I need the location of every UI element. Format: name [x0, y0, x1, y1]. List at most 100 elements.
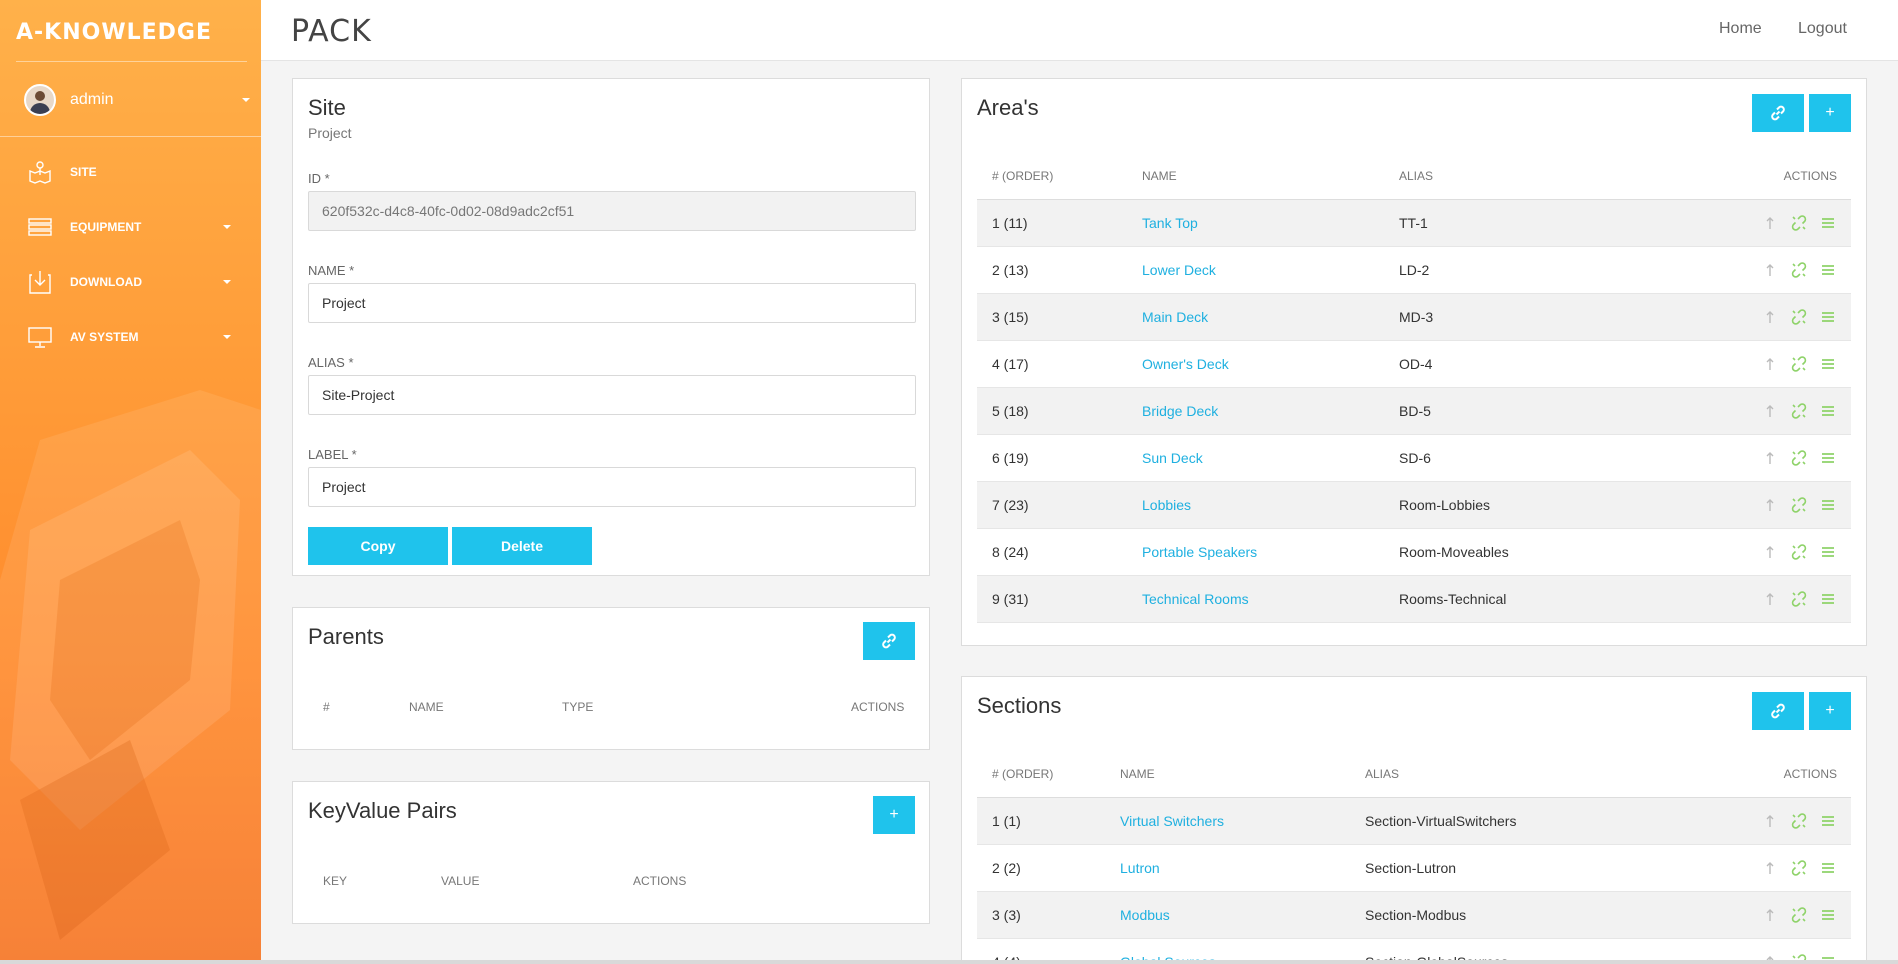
menu-icon[interactable]: [1819, 859, 1837, 877]
table-header-row: # (ORDER) NAME ALIAS ACTIONS: [977, 751, 1851, 798]
label-field[interactable]: Project: [308, 467, 916, 507]
name-link[interactable]: Sun Deck: [1127, 434, 1384, 482]
name-link[interactable]: Lobbies: [1127, 481, 1384, 529]
name-link[interactable]: Owner's Deck: [1127, 340, 1384, 388]
unlink-icon[interactable]: [1790, 859, 1808, 877]
name-link[interactable]: Lower Deck: [1127, 246, 1384, 294]
move-up-icon[interactable]: [1761, 906, 1779, 924]
id-field[interactable]: 620f532c-d4c8-40fc-0d02-08d9adc2cf51: [308, 191, 916, 231]
name-link[interactable]: Lutron: [1105, 844, 1350, 892]
add-keyvalue-button[interactable]: +: [873, 796, 915, 834]
sidebar-item-equipment[interactable]: EQUIPMENT: [0, 199, 261, 254]
sidebar-item-download[interactable]: DOWNLOAD: [0, 254, 261, 309]
name-link[interactable]: Technical Rooms: [1127, 575, 1384, 623]
avatar: [24, 84, 56, 116]
name-link[interactable]: Modbus: [1105, 891, 1350, 939]
column-header: ALIAS: [1384, 153, 1622, 200]
table-row: 2 (2) Lutron Section-Lutron: [977, 844, 1851, 892]
sidebar-item-av-system[interactable]: AV SYSTEM: [0, 309, 261, 364]
order-cell: 3 (15): [977, 293, 1127, 341]
move-up-icon[interactable]: [1761, 308, 1779, 326]
add-area-button[interactable]: +: [1809, 94, 1851, 132]
app-logo[interactable]: A-KNOWLEDGE: [16, 20, 212, 46]
move-up-icon[interactable]: [1761, 449, 1779, 467]
menu-icon[interactable]: [1819, 812, 1837, 830]
row-actions: [1622, 434, 1851, 482]
menu-icon[interactable]: [1819, 543, 1837, 561]
row-actions: [1622, 481, 1851, 529]
name-link[interactable]: Virtual Switchers: [1105, 797, 1350, 845]
link-section-button[interactable]: [1752, 692, 1804, 730]
menu-icon[interactable]: [1819, 496, 1837, 514]
card-title: Site: [308, 95, 346, 120]
unlink-icon[interactable]: [1790, 308, 1808, 326]
row-actions: [1622, 246, 1851, 294]
row-actions: [1630, 844, 1851, 892]
move-up-icon[interactable]: [1761, 543, 1779, 561]
menu-icon[interactable]: [1819, 402, 1837, 420]
label-label: LABEL *: [308, 447, 357, 462]
site-map-icon: [26, 158, 54, 186]
menu-icon[interactable]: [1819, 906, 1837, 924]
move-up-icon[interactable]: [1761, 402, 1779, 420]
alias-field[interactable]: Site-Project: [308, 375, 916, 415]
home-link[interactable]: Home: [1719, 20, 1762, 38]
order-cell: 2 (2): [977, 844, 1105, 892]
order-cell: 6 (19): [977, 434, 1127, 482]
column-header: NAME: [1127, 153, 1384, 200]
link-area-button[interactable]: [1752, 94, 1804, 132]
name-link[interactable]: Main Deck: [1127, 293, 1384, 341]
name-field[interactable]: Project: [308, 283, 916, 323]
link-icon: [1771, 105, 1785, 121]
user-menu[interactable]: admin: [24, 82, 250, 118]
name-link[interactable]: Tank Top: [1127, 199, 1384, 247]
move-up-icon[interactable]: [1761, 355, 1779, 373]
move-up-icon[interactable]: [1761, 214, 1779, 232]
table-row: 8 (24) Portable Speakers Room-Moveables: [977, 528, 1851, 576]
unlink-icon[interactable]: [1790, 261, 1808, 279]
menu-icon[interactable]: [1819, 214, 1837, 232]
unlink-icon[interactable]: [1790, 402, 1808, 420]
column-header: ACTIONS: [851, 700, 905, 714]
unlink-icon[interactable]: [1790, 214, 1808, 232]
menu-icon[interactable]: [1819, 590, 1837, 608]
row-actions: [1622, 199, 1851, 247]
unlink-icon[interactable]: [1790, 906, 1808, 924]
column-header: TYPE: [562, 700, 594, 714]
move-up-icon[interactable]: [1761, 859, 1779, 877]
unlink-icon[interactable]: [1790, 355, 1808, 373]
add-section-button[interactable]: +: [1809, 692, 1851, 730]
order-cell: 3 (3): [977, 891, 1105, 939]
sidebar-item-site[interactable]: SITE: [0, 144, 261, 199]
site-card: Site Project ID * 620f532c-d4c8-40fc-0d0…: [292, 78, 930, 576]
menu-icon[interactable]: [1819, 355, 1837, 373]
unlink-icon[interactable]: [1790, 812, 1808, 830]
link-icon: [1771, 703, 1785, 719]
menu-icon[interactable]: [1819, 308, 1837, 326]
copy-button[interactable]: Copy: [308, 527, 448, 565]
id-label: ID *: [308, 171, 330, 186]
delete-button[interactable]: Delete: [452, 527, 592, 565]
order-cell: 1 (1): [977, 797, 1105, 845]
logout-link[interactable]: Logout: [1798, 20, 1847, 38]
alias-cell: BD-5: [1384, 387, 1622, 435]
move-up-icon[interactable]: [1761, 496, 1779, 514]
order-cell: 7 (23): [977, 481, 1127, 529]
name-link[interactable]: Bridge Deck: [1127, 387, 1384, 435]
unlink-icon[interactable]: [1790, 543, 1808, 561]
menu-icon[interactable]: [1819, 261, 1837, 279]
move-up-icon[interactable]: [1761, 590, 1779, 608]
menu-icon[interactable]: [1819, 449, 1837, 467]
move-up-icon[interactable]: [1761, 261, 1779, 279]
sidebar-item-label: SITE: [70, 164, 97, 179]
name-link[interactable]: Portable Speakers: [1127, 528, 1384, 576]
move-up-icon[interactable]: [1761, 812, 1779, 830]
equipment-stack-icon: [26, 213, 54, 241]
unlink-icon[interactable]: [1790, 590, 1808, 608]
table-row: 3 (3) Modbus Section-Modbus: [977, 891, 1851, 939]
unlink-icon[interactable]: [1790, 496, 1808, 514]
link-parent-button[interactable]: [863, 622, 915, 660]
page-brand: PACK: [291, 14, 372, 49]
unlink-icon[interactable]: [1790, 449, 1808, 467]
alias-label: ALIAS *: [308, 355, 354, 370]
